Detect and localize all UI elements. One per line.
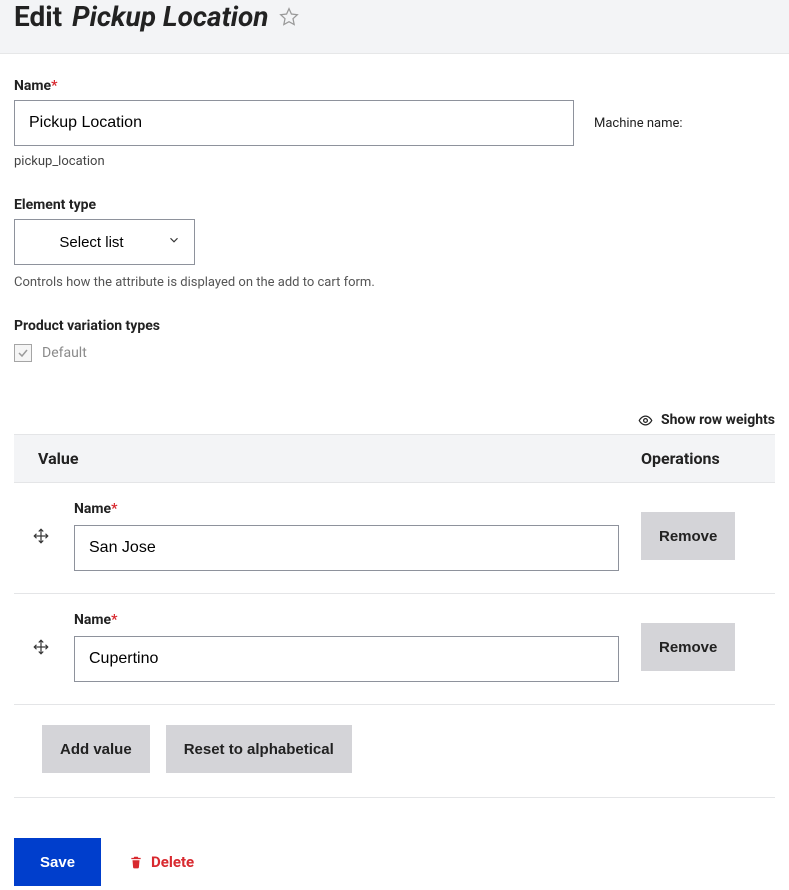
star-icon[interactable] (279, 7, 299, 27)
drag-handle-icon[interactable] (32, 527, 52, 545)
element-type-help: Controls how the attribute is displayed … (14, 275, 775, 290)
values-table-header: Value Operations (14, 434, 775, 483)
required-indicator: * (51, 78, 57, 94)
element-type-select[interactable]: Select list (14, 219, 195, 265)
drag-handle-icon[interactable] (32, 638, 52, 656)
show-row-weights-label: Show row weights (661, 412, 775, 428)
machine-name-label: Machine name: (594, 116, 683, 131)
variation-type-label-default: Default (42, 345, 87, 361)
reset-alphabetical-button[interactable]: Reset to alphabetical (166, 725, 352, 773)
delete-label: Delete (151, 853, 194, 871)
page-header: Edit Pickup Location (0, 0, 789, 54)
value-name-label: Name* (74, 612, 619, 628)
machine-name-value: pickup_location (14, 154, 775, 169)
name-input[interactable] (14, 100, 574, 146)
remove-button[interactable]: Remove (641, 512, 735, 560)
eye-icon (638, 413, 653, 428)
save-button[interactable]: Save (14, 838, 101, 886)
delete-link[interactable]: Delete (129, 853, 194, 871)
value-name-label: Name* (74, 501, 619, 517)
title-entity: Pickup Location (72, 0, 268, 33)
variation-types-label: Product variation types (14, 318, 775, 334)
title-prefix: Edit (14, 0, 62, 33)
value-name-input[interactable] (74, 525, 619, 571)
column-value: Value (38, 449, 641, 468)
add-value-button[interactable]: Add value (42, 725, 150, 773)
variation-type-checkbox-default (14, 344, 32, 362)
element-type-label: Element type (14, 197, 775, 213)
show-row-weights-toggle[interactable]: Show row weights (14, 412, 775, 428)
value-row: Name* Remove (14, 594, 775, 705)
remove-button[interactable]: Remove (641, 623, 735, 671)
name-label: Name* (14, 78, 775, 94)
column-operations: Operations (641, 449, 751, 468)
value-row: Name* Remove (14, 483, 775, 594)
required-indicator: * (111, 501, 117, 517)
value-name-input[interactable] (74, 636, 619, 682)
page-title: Edit Pickup Location (14, 0, 775, 33)
trash-icon (129, 854, 143, 870)
required-indicator: * (111, 612, 117, 628)
